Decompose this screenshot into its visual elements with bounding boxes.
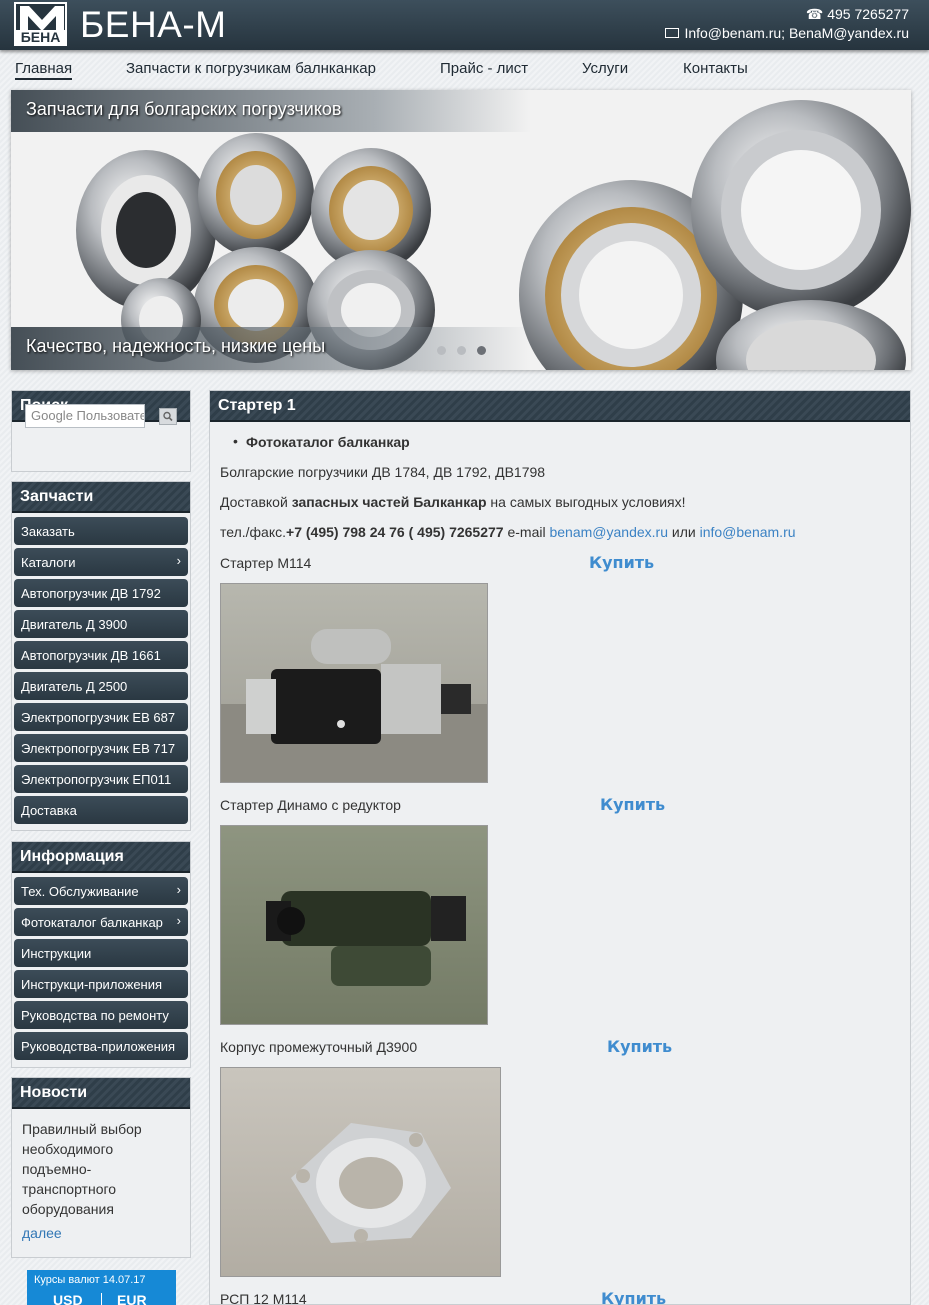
product-name-3: Корпус промежуточный Д3900 — [220, 1039, 418, 1055]
chevron-right-icon: › — [176, 553, 181, 568]
parts-menu-item[interactable]: Автопогрузчик ДВ 1792 — [14, 579, 188, 607]
info-menu-item[interactable]: Инструкци-приложения — [14, 970, 188, 998]
parts-panel-title: Запчасти — [12, 482, 190, 513]
logo-text: БЕНА — [16, 30, 65, 44]
product-name-2: Стартер Динамо с редуктор — [220, 797, 401, 813]
info-menu: Тех. Обслуживание › Фотокаталог балканкар ›… — [12, 877, 190, 1060]
info-panel: Информация Тех. Обслуживание › Фотокаталог… — [11, 841, 191, 1068]
site-header: БЕНА БЕНА-М ☎ 495 7265277 Info@benam.ru;… — [0, 0, 929, 50]
info-menu-item[interactable]: Фотокаталог балканкар › — [14, 908, 188, 936]
parts-menu-item[interactable]: Электропогрузчик ЕП011 — [14, 765, 188, 793]
parts-menu-item-label: Заказать — [21, 524, 75, 539]
product-photo-1[interactable] — [220, 583, 488, 783]
parts-menu-item-label: Электропогрузчик ЕВ 717 — [21, 741, 176, 756]
parts-menu-item-label: Автопогрузчик ДВ 1792 — [21, 586, 161, 601]
info-menu-item[interactable]: Руководства по ремонту — [14, 1001, 188, 1029]
buy-button-1[interactable]: Купить — [589, 553, 654, 572]
header-email: Info@benam.ru; BenaM@yandex.ru — [665, 25, 909, 41]
currency-divider — [101, 1293, 102, 1305]
product-name-1: Стартер М114 — [220, 555, 312, 571]
parts-menu-item[interactable]: Каталоги › — [14, 548, 188, 576]
news-panel-title: Новости — [12, 1078, 190, 1109]
product-photo-3[interactable] — [220, 1067, 501, 1277]
currency-widget: Курсы валют 14.07.17 USD EUR — [27, 1270, 176, 1305]
search-icon — [163, 411, 173, 422]
info-menu-item-label: Руководства по ремонту — [21, 1008, 169, 1023]
parts-menu-item[interactable]: Доставка — [14, 796, 188, 824]
news-text: Правилный выбор необходимого подъемно-тр… — [22, 1121, 142, 1217]
brand-name: БЕНА-М — [80, 4, 227, 45]
slider-dot-1[interactable] — [437, 346, 446, 355]
parts-menu-item-label: Двигатель Д 2500 — [21, 679, 128, 694]
main-content: Стартер 1 • Фотокаталог балканкар Болгарс… — [209, 390, 911, 1305]
chevron-right-icon: › — [176, 882, 181, 897]
contact-line: тел./факс.+7 (495) 798 24 76 ( 495) 7265… — [220, 524, 796, 540]
nav-price-list[interactable]: Прайс - лист — [440, 60, 528, 77]
parts-menu-item-label: Электропогрузчик ЕП011 — [21, 772, 172, 787]
phone-number: 495 7265277 — [827, 6, 909, 22]
search-button[interactable] — [159, 408, 177, 425]
parts-menu-item[interactable]: Двигатель Д 2500 — [14, 672, 188, 700]
parts-menu-item[interactable]: Автопогрузчик ДВ 1661 — [14, 641, 188, 669]
parts-menu-item[interactable]: Электропогрузчик ЕВ 687 — [14, 703, 188, 731]
slider-title: Запчасти для болгарских погрузчиков — [26, 99, 342, 119]
bullet-icon: • — [233, 433, 238, 449]
info-menu-item-label: Руководства-приложения — [21, 1039, 176, 1054]
news-more-link[interactable]: далее — [12, 1219, 190, 1247]
nav-parts[interactable]: Запчасти к погрузчикам балнканкар — [126, 60, 376, 77]
housing-image — [291, 1123, 451, 1243]
email-addresses[interactable]: Info@benam.ru; BenaM@yandex.ru — [684, 25, 909, 41]
mail-icon — [665, 28, 680, 38]
chevron-right-icon: › — [176, 913, 181, 928]
info-menu-item[interactable]: Тех. Обслуживание › — [14, 877, 188, 905]
hero-slider[interactable]: Запчасти для болгарских погрузчиков Каче… — [11, 90, 911, 370]
currency-usd: USD — [53, 1292, 83, 1305]
catalog-bullet[interactable]: • Фотокаталог балканкар — [233, 433, 410, 450]
starter-dynamo-image — [221, 826, 487, 1024]
parts-menu-item[interactable]: Электропогрузчик ЕВ 717 — [14, 734, 188, 762]
parts-menu-item-label: Каталоги — [21, 555, 76, 570]
currency-title: Курсы валют 14.07.17 — [34, 1274, 146, 1286]
email-link-1[interactable]: benam@yandex.ru — [549, 524, 668, 540]
buy-button-2[interactable]: Купить — [600, 795, 665, 814]
intro-line-2: Доставкой запасных частей Балканкар на с… — [220, 494, 686, 510]
parts-panel: Запчасти Заказать Каталоги › Автопогрузчик … — [11, 481, 191, 831]
search-input[interactable]: Google Пользовательский поиск — [25, 404, 145, 428]
product-photo-2[interactable] — [220, 825, 488, 1025]
slider-dot-2[interactable] — [457, 346, 466, 355]
buy-button-3[interactable]: Купить — [607, 1037, 672, 1056]
info-panel-title: Информация — [12, 842, 190, 873]
parts-menu-item-label: Автопогрузчик ДВ 1661 — [21, 648, 161, 663]
slider-caption: Качество, надежность, низкие цены — [26, 336, 326, 356]
starter-image — [221, 629, 487, 782]
news-panel: Новости Правилный выбор необходимого под… — [11, 1077, 191, 1258]
info-menu-item-label: Инструкци-приложения — [21, 977, 163, 992]
nav-home[interactable]: Главная — [15, 60, 73, 80]
parts-menu-item-label: Электропогрузчик ЕВ 687 — [21, 710, 176, 725]
parts-menu-item[interactable]: Заказать — [14, 517, 188, 545]
search-panel: Поиск Google Пользовательский поиск — [11, 390, 191, 472]
nav-contacts[interactable]: Контакты — [683, 60, 748, 77]
intro-line-1: Болгарские погрузчики ДВ 1784, ДВ 1792, … — [220, 464, 546, 480]
page-title: Стартер 1 — [210, 391, 910, 422]
parts-menu: Заказать Каталоги › Автопогрузчик ДВ 1792 Дв… — [12, 517, 190, 824]
parts-menu-item-label: Доставка — [21, 803, 77, 818]
phone-icon: ☎ — [805, 6, 824, 22]
email-link-2[interactable]: info@benam.ru — [700, 524, 796, 540]
parts-menu-item-label: Двигатель Д 3900 — [21, 617, 128, 632]
info-menu-item-label: Фотокаталог балканкар — [21, 915, 163, 930]
currency-eur: EUR — [117, 1292, 147, 1305]
slider-dot-3[interactable] — [477, 346, 486, 355]
info-menu-item-label: Инструкции — [21, 946, 92, 961]
info-menu-item[interactable]: Инструкции — [14, 939, 188, 967]
header-phone: ☎ 495 7265277 — [806, 6, 909, 23]
nav-services[interactable]: Услуги — [582, 60, 628, 77]
buy-button-4[interactable]: Купить — [601, 1289, 666, 1305]
parts-menu-item[interactable]: Двигатель Д 3900 — [14, 610, 188, 638]
product-name-4: РСП 12 М114 — [220, 1291, 307, 1305]
site-logo[interactable]: БЕНА — [14, 2, 67, 46]
info-menu-item-label: Тех. Обслуживание — [21, 884, 139, 899]
main-nav: Главная Запчасти к погрузчикам балнканка… — [0, 54, 929, 84]
info-menu-item[interactable]: Руководства-приложения — [14, 1032, 188, 1060]
